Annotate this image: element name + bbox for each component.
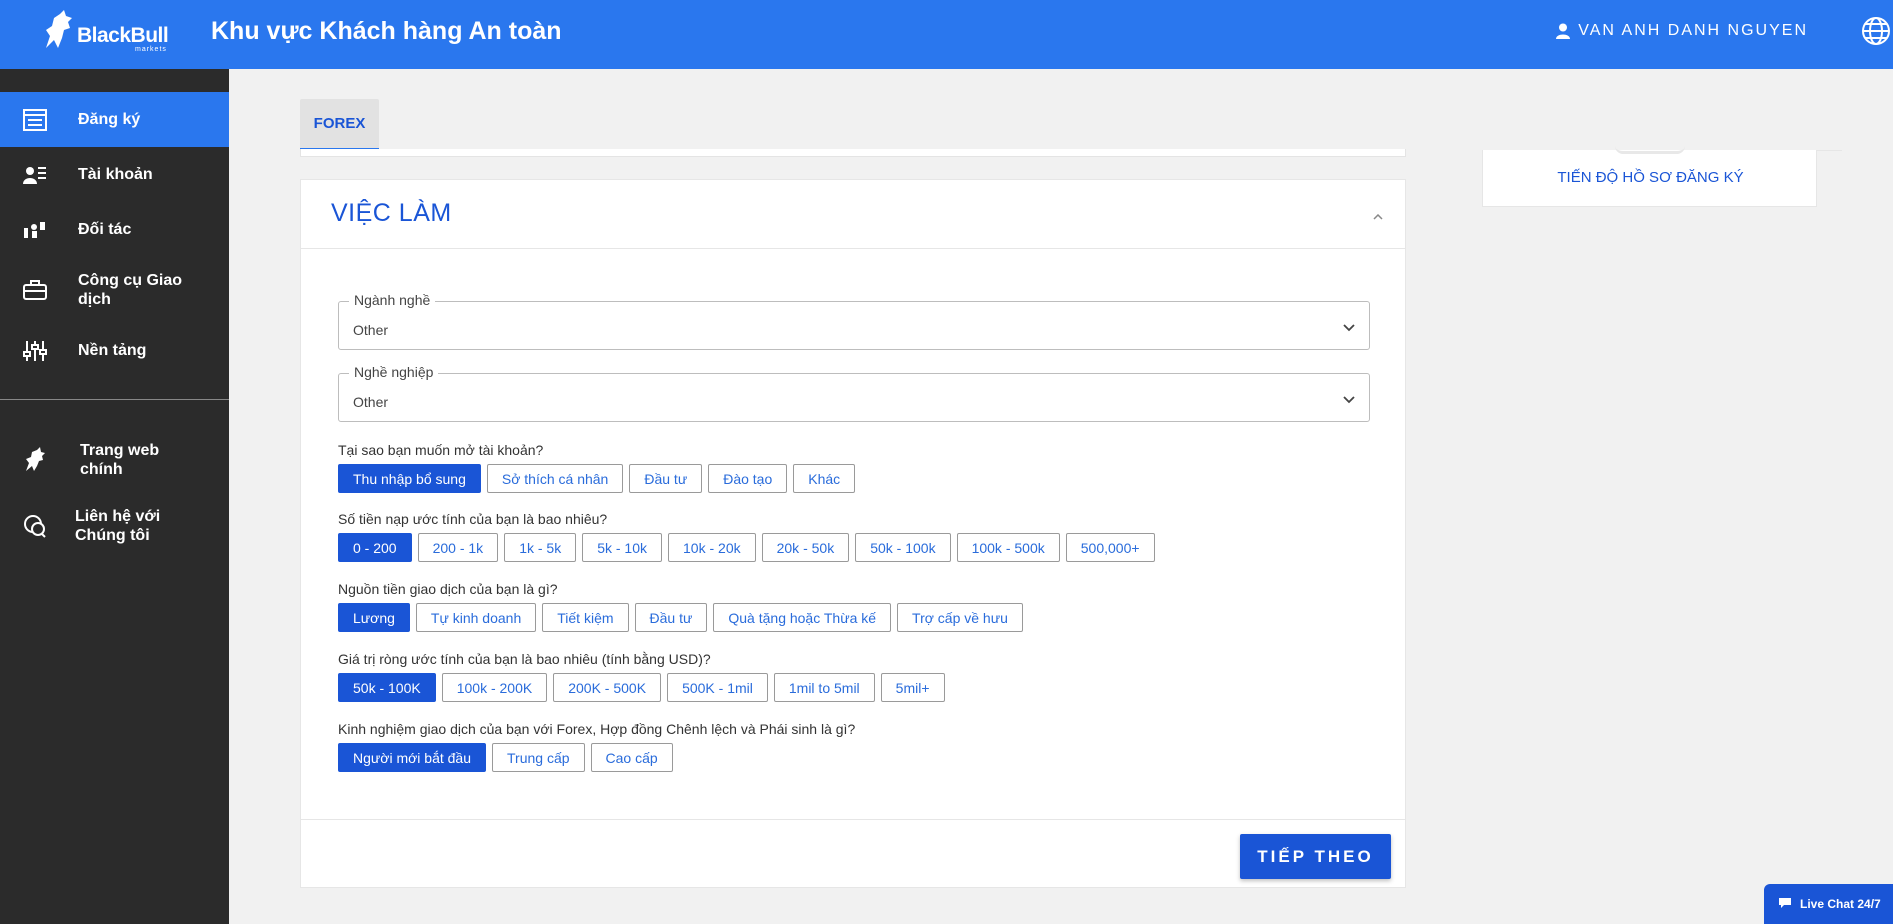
occupation-value: Other (353, 394, 389, 410)
option-button[interactable]: 100k - 200K (441, 673, 548, 702)
option-button[interactable]: Sở thích cá nhân (486, 464, 624, 493)
sidebar-item-account[interactable]: Tài khoản (0, 147, 229, 202)
option-button[interactable]: Tiết kiệm (542, 603, 629, 632)
user-name: VAN ANH DANH NGUYEN (1578, 22, 1808, 39)
occupation-select[interactable]: Nghề nghiệp Other (338, 364, 1370, 422)
question-experience: Kinh nghiệm giao dịch của bạn với Forex,… (338, 721, 856, 737)
sidebar-item-main-website[interactable]: Trang web chính (0, 427, 229, 493)
brand-sub: markets (135, 46, 167, 53)
sidebar-item-contact-us[interactable]: Liên hệ với Chúng tôi (0, 493, 229, 559)
briefcase-icon (22, 277, 48, 303)
tab-panel-edge (300, 149, 1406, 157)
sidebar-item-trading-tools[interactable]: Công cụ Giao dịch (0, 257, 229, 323)
option-button[interactable]: Trung cấp (492, 743, 585, 772)
option-button[interactable]: Lương (338, 603, 410, 632)
option-button[interactable]: Đầu tư (629, 464, 703, 493)
sidebar: Đăng ký Tài khoản Đối tác Công cụ Giao d… (0, 69, 229, 924)
options-reason: Thu nhập bổ sung Sở thích cá nhân Đầu tư… (338, 464, 856, 493)
sidebar-item-register[interactable]: Đăng ký (0, 92, 229, 147)
options-experience: Người mới bắt đầu Trung cấp Cao cấp (338, 743, 673, 772)
progress-ring (1615, 146, 1685, 154)
option-button[interactable]: 50k - 100k (855, 533, 951, 562)
option-button[interactable]: 500K - 1mil (667, 673, 768, 702)
sidebar-divider (0, 399, 229, 400)
question-reason: Tại sao bạn muốn mở tài khoản? (338, 442, 544, 458)
live-chat-label: Live Chat 24/7 (1800, 897, 1881, 911)
option-button[interactable]: 200K - 500K (553, 673, 662, 702)
option-button[interactable]: Trợ cấp về hưu (897, 603, 1023, 632)
industry-select[interactable]: Ngành nghề Other (338, 292, 1370, 350)
option-button[interactable]: Cao cấp (590, 743, 673, 772)
option-button[interactable]: 5mil+ (880, 673, 945, 702)
option-button[interactable]: Quà tặng hoặc Thừa kế (713, 603, 892, 632)
chevron-up-icon[interactable] (1373, 207, 1383, 225)
sidebar-item-partners[interactable]: Đối tác (0, 202, 229, 257)
option-button[interactable]: 1k - 5k (504, 533, 577, 562)
tab-forex[interactable]: FOREX (300, 99, 379, 151)
industry-value: Other (353, 322, 389, 338)
section-header[interactable]: VIỆC LÀM (301, 180, 1405, 249)
industry-label: Ngành nghề (349, 292, 436, 308)
question-source: Nguồn tiền giao dịch của bạn là gì? (338, 581, 558, 597)
bull-logo-icon (46, 10, 72, 48)
option-button[interactable]: 500,000+ (1065, 533, 1155, 562)
question-deposit: Số tiền nạp ước tính của bạn là bao nhiê… (338, 511, 608, 527)
sidebar-item-label: Nền tảng (78, 342, 147, 359)
option-button[interactable]: 20k - 50k (761, 533, 850, 562)
partner-icon (22, 217, 48, 243)
option-button[interactable]: 5k - 10k (582, 533, 663, 562)
brand-logo[interactable]: BlackBull markets (40, 8, 180, 58)
profile-progress-card: TIẾN ĐỘ HỒ SƠ ĐĂNG KÝ (1482, 150, 1817, 207)
question-net-worth: Giá trị ròng ước tính của bạn là bao nhi… (338, 651, 711, 667)
sidebar-item-label: Đối tác (78, 221, 132, 238)
sidebar-item-label: Đăng ký (78, 111, 141, 128)
option-button[interactable]: 200 - 1k (417, 533, 499, 562)
sidebar-item-label: Công cụ Giao dịch (78, 272, 182, 308)
section-footer-divider (301, 819, 1405, 820)
chevron-down-icon (1343, 319, 1355, 337)
option-button[interactable]: Tự kinh doanh (415, 603, 537, 632)
brand-name: BlackBull (77, 24, 169, 47)
option-button[interactable]: 10k - 20k (668, 533, 756, 562)
language-globe-icon[interactable] (1861, 16, 1891, 51)
progress-label: TIẾN ĐỘ HỒ SƠ ĐĂNG KÝ (1557, 169, 1744, 186)
bull-icon (22, 447, 48, 473)
option-button[interactable]: Thu nhập bổ sung (338, 464, 481, 493)
sidebar-item-label: Liên hệ với Chúng tôi (75, 508, 161, 544)
option-button[interactable]: 1mil to 5mil (773, 673, 875, 702)
section-title: VIỆC LÀM (331, 199, 452, 227)
chat-bubble-icon (1778, 897, 1792, 912)
option-button[interactable]: Đào tạo (708, 464, 788, 493)
option-button[interactable]: 0 - 200 (338, 533, 412, 562)
sidebar-item-label: Trang web chính (80, 442, 160, 478)
option-button[interactable]: Đầu tư (634, 603, 708, 632)
chat-icon (22, 513, 48, 539)
option-button[interactable]: 100k - 500k (956, 533, 1060, 562)
user-icon (1556, 23, 1571, 39)
sliders-icon (22, 338, 48, 364)
employment-section: VIỆC LÀM Ngành nghề Other Nghề nghiệp Ot… (300, 179, 1406, 888)
chevron-down-icon (1343, 391, 1355, 409)
account-icon (22, 162, 48, 188)
top-header: BlackBull markets Khu vực Khách hàng An … (0, 0, 1893, 69)
occupation-label: Nghề nghiệp (349, 364, 439, 380)
option-button[interactable]: 50k - 100K (338, 673, 436, 702)
option-button[interactable]: Người mới bắt đầu (338, 743, 487, 772)
form-icon (22, 107, 48, 133)
options-source: Lương Tự kinh doanh Tiết kiệm Đầu tư Quà… (338, 603, 1023, 632)
user-menu[interactable]: VAN ANH DANH NGUYEN (1556, 22, 1808, 40)
page-title: Khu vực Khách hàng An toàn (211, 17, 562, 45)
sidebar-item-label: Tài khoản (78, 166, 153, 183)
options-net-worth: 50k - 100K 100k - 200K 200K - 500K 500K … (338, 673, 945, 702)
options-deposit: 0 - 200 200 - 1k 1k - 5k 5k - 10k 10k - … (338, 533, 1155, 562)
option-button[interactable]: Khác (793, 464, 856, 493)
next-button[interactable]: TIẾP THEO (1240, 834, 1391, 879)
live-chat-button[interactable]: Live Chat 24/7 (1764, 884, 1893, 924)
sidebar-item-platforms[interactable]: Nền tảng (0, 323, 229, 378)
